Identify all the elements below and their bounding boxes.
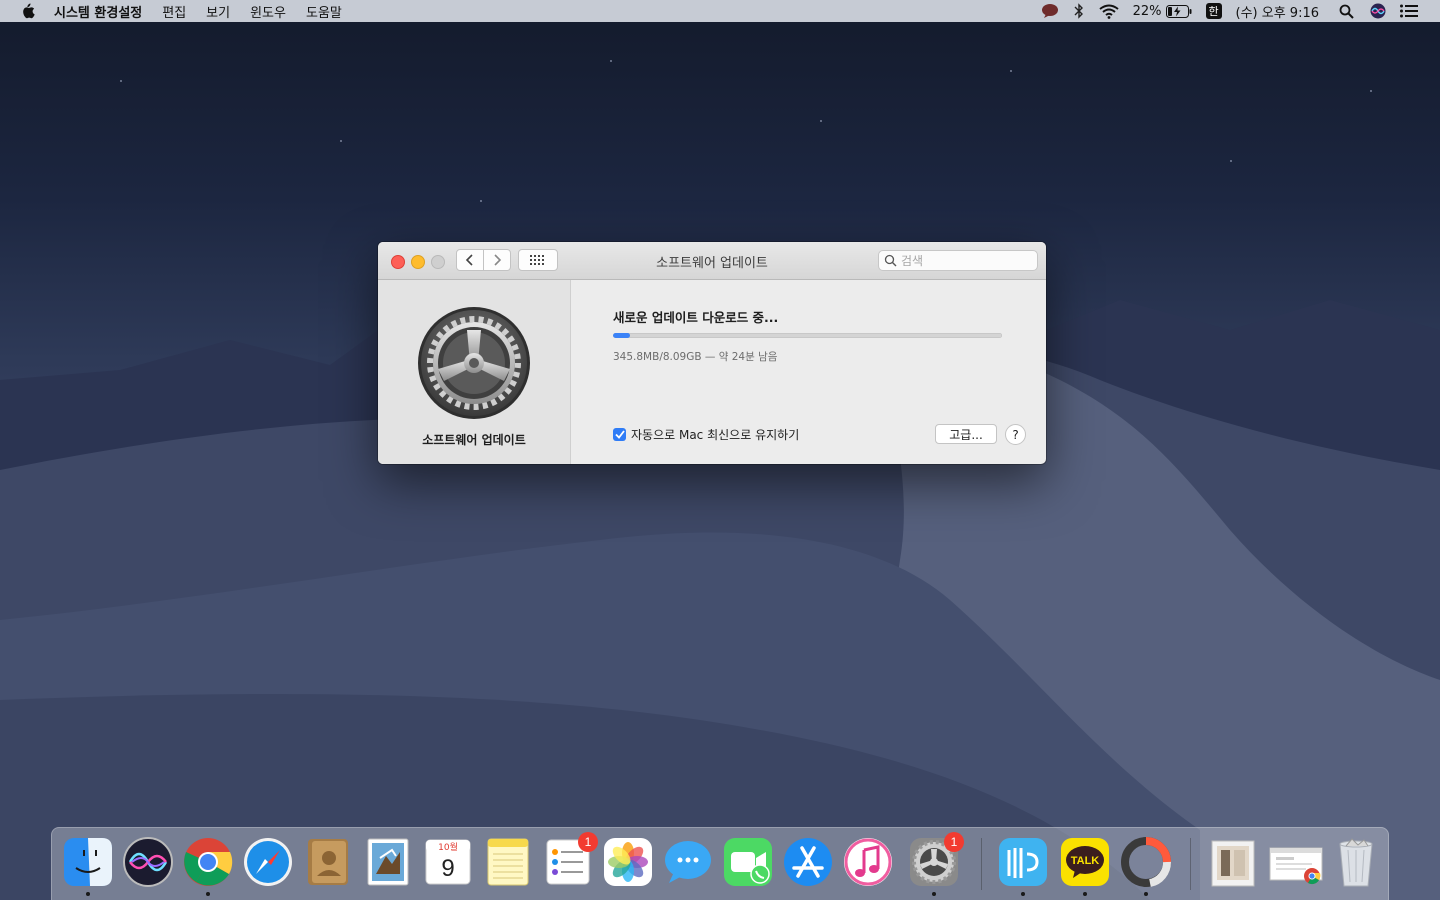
software-update-window: 소프트웨어 업데이트 검색 소프트웨어 업데이트 새로운 업데이트 다운로드 중… — [378, 242, 1046, 464]
update-content: 새로운 업데이트 다운로드 중... 345.8MB/8.09GB — 약 24… — [571, 280, 1046, 464]
messages-bubble-icon — [665, 841, 711, 883]
facetime-camera-icon — [724, 838, 772, 886]
system-preferences-badge: 1 — [944, 832, 964, 852]
dock-siri[interactable] — [122, 836, 174, 888]
notification-center-icon[interactable] — [1400, 4, 1418, 18]
bluetooth-icon[interactable] — [1073, 3, 1085, 19]
dock-facetime[interactable] — [722, 836, 774, 888]
dock-kakaotalk[interactable]: TALK — [1059, 836, 1111, 896]
title-bar[interactable]: 소프트웨어 업데이트 — [378, 242, 1046, 280]
calendar-month: 10월 — [438, 841, 458, 853]
chat-bubble-icon[interactable] — [1041, 3, 1059, 19]
trash-can-icon — [1339, 838, 1373, 887]
dock-messages[interactable] — [662, 836, 714, 888]
dock-contacts[interactable] — [302, 836, 354, 888]
dock-system-preferences[interactable]: 1 — [908, 832, 964, 896]
auto-update-checkbox[interactable] — [613, 428, 626, 441]
battery-percent[interactable]: 22% — [1133, 4, 1162, 19]
dock-reminders[interactable]: 1 — [542, 832, 598, 888]
kakaotalk-icon: TALK — [1061, 838, 1109, 886]
auto-update-label[interactable]: 자동으로 Mac 최신으로 유지하기 — [631, 426, 799, 443]
kakaotalk-label: TALK — [1071, 855, 1100, 867]
weverse-icon — [999, 838, 1047, 886]
search-field[interactable] — [878, 250, 1038, 271]
menu-help[interactable]: 도움말 — [306, 2, 342, 21]
search-input[interactable] — [901, 253, 1021, 268]
menu-bar: 시스템 환경설정 편집 보기 윈도우 도움말 22% 한 (수) 오후 9:16 — [0, 0, 1440, 22]
dock-document-stack[interactable] — [1207, 836, 1259, 888]
download-status: 345.8MB/8.09GB — 약 24분 남음 — [613, 351, 778, 363]
dock-chrome[interactable] — [182, 836, 234, 896]
dock-photos[interactable] — [602, 836, 654, 888]
running-indicator — [206, 892, 210, 896]
search-icon — [884, 254, 897, 267]
dock-arc-app[interactable] — [1120, 836, 1172, 896]
notes-icon — [487, 838, 529, 886]
checkmark-icon — [614, 430, 625, 439]
dock-chrome-window[interactable] — [1268, 836, 1324, 888]
dock-mail[interactable] — [362, 836, 414, 888]
siri-icon — [123, 837, 173, 887]
dock: 10월 9 1 1 TALK — [51, 827, 1389, 900]
dock-notes[interactable] — [482, 836, 534, 888]
chrome-icon — [184, 838, 233, 886]
sidebar: 소프트웨어 업데이트 — [378, 280, 571, 464]
running-indicator — [1083, 892, 1087, 896]
siri-icon[interactable] — [1370, 3, 1386, 19]
running-indicator — [86, 892, 90, 896]
dock-app-store[interactable] — [782, 836, 834, 888]
wifi-icon[interactable] — [1098, 4, 1119, 19]
dock-safari[interactable] — [242, 836, 294, 888]
running-indicator — [1144, 892, 1148, 896]
dock-trash[interactable] — [1330, 836, 1382, 888]
spotlight-search-icon[interactable] — [1339, 4, 1354, 19]
download-progress-fill — [613, 333, 630, 338]
advanced-button[interactable]: 고급... — [935, 424, 997, 444]
dock-itunes[interactable] — [842, 836, 894, 888]
photos-flower-icon — [604, 838, 652, 886]
menu-edit[interactable]: 편집 — [162, 2, 186, 21]
reminders-badge: 1 — [578, 832, 598, 852]
dock-weverse[interactable] — [997, 836, 1049, 896]
arc-ring-icon — [1121, 837, 1171, 887]
software-update-gear-icon — [418, 307, 530, 419]
document-stack-icon — [1211, 840, 1255, 887]
music-note-icon — [844, 838, 892, 886]
calendar-day: 9 — [441, 855, 454, 882]
dock-calendar[interactable]: 10월 9 — [422, 836, 474, 888]
dock-separator — [981, 838, 982, 890]
dock-finder[interactable] — [62, 836, 114, 896]
app-store-icon — [784, 838, 832, 886]
menu-app-name[interactable]: 시스템 환경설정 — [54, 2, 142, 21]
download-progress-bar — [613, 333, 1002, 338]
menu-window[interactable]: 윈도우 — [250, 2, 286, 21]
contacts-book-icon — [308, 839, 348, 885]
running-indicator — [1021, 892, 1025, 896]
input-source-label: 한 — [1205, 3, 1222, 19]
battery-charging-icon[interactable] — [1165, 4, 1192, 18]
apple-menu-icon[interactable] — [20, 3, 36, 19]
download-heading: 새로운 업데이트 다운로드 중... — [613, 310, 779, 325]
safari-compass-icon — [244, 838, 292, 886]
help-button[interactable]: ? — [1005, 424, 1026, 445]
clock[interactable]: (수) 오후 9:16 — [1236, 2, 1319, 21]
dock-separator — [1190, 838, 1191, 890]
calendar-icon: 10월 9 — [425, 839, 471, 885]
menu-view[interactable]: 보기 — [206, 2, 230, 21]
auto-update-row: 자동으로 Mac 최신으로 유지하기 — [613, 426, 799, 443]
input-source-indicator[interactable]: 한 — [1205, 3, 1222, 19]
finder-icon — [64, 838, 112, 886]
sidebar-label: 소프트웨어 업데이트 — [422, 433, 526, 447]
running-indicator — [932, 892, 936, 896]
chrome-window-thumbnail-icon — [1269, 847, 1323, 885]
mail-stamp-icon — [367, 838, 409, 886]
